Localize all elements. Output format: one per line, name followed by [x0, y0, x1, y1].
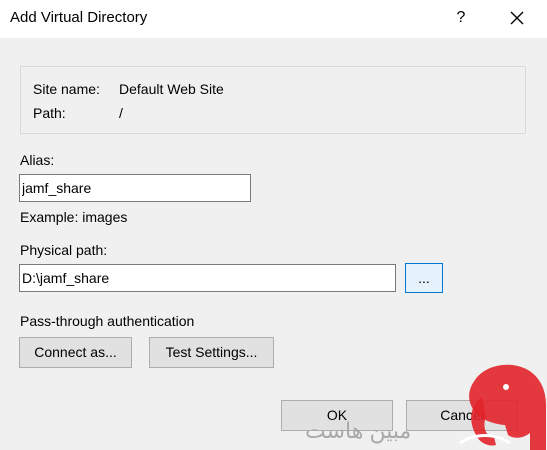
dialog-title: Add Virtual Directory [10, 9, 148, 26]
alias-example-text: Example: images [20, 209, 128, 225]
add-virtual-directory-dialog: Add Virtual Directory ? Site name: Defau… [0, 0, 547, 450]
site-name-label: Site name: [33, 81, 100, 97]
ok-button[interactable]: OK [281, 400, 393, 431]
site-info-box: Site name: Default Web Site Path: / [20, 66, 526, 134]
path-value: / [119, 105, 123, 121]
cancel-button[interactable]: Cancel [406, 400, 518, 431]
site-name-value: Default Web Site [119, 81, 224, 97]
browse-button[interactable]: ... [405, 263, 443, 293]
pass-through-authentication-label: Pass-through authentication [20, 313, 195, 329]
help-icon[interactable]: ? [446, 5, 476, 31]
alias-input[interactable] [19, 174, 251, 202]
close-icon[interactable] [502, 5, 532, 31]
path-label: Path: [33, 105, 66, 121]
physical-path-input[interactable] [19, 264, 396, 292]
test-settings-button[interactable]: Test Settings... [149, 337, 274, 368]
title-bar: Add Virtual Directory ? [0, 0, 547, 38]
physical-path-label: Physical path: [20, 242, 108, 258]
connect-as-button[interactable]: Connect as... [19, 337, 132, 368]
alias-label: Alias: [20, 152, 55, 168]
